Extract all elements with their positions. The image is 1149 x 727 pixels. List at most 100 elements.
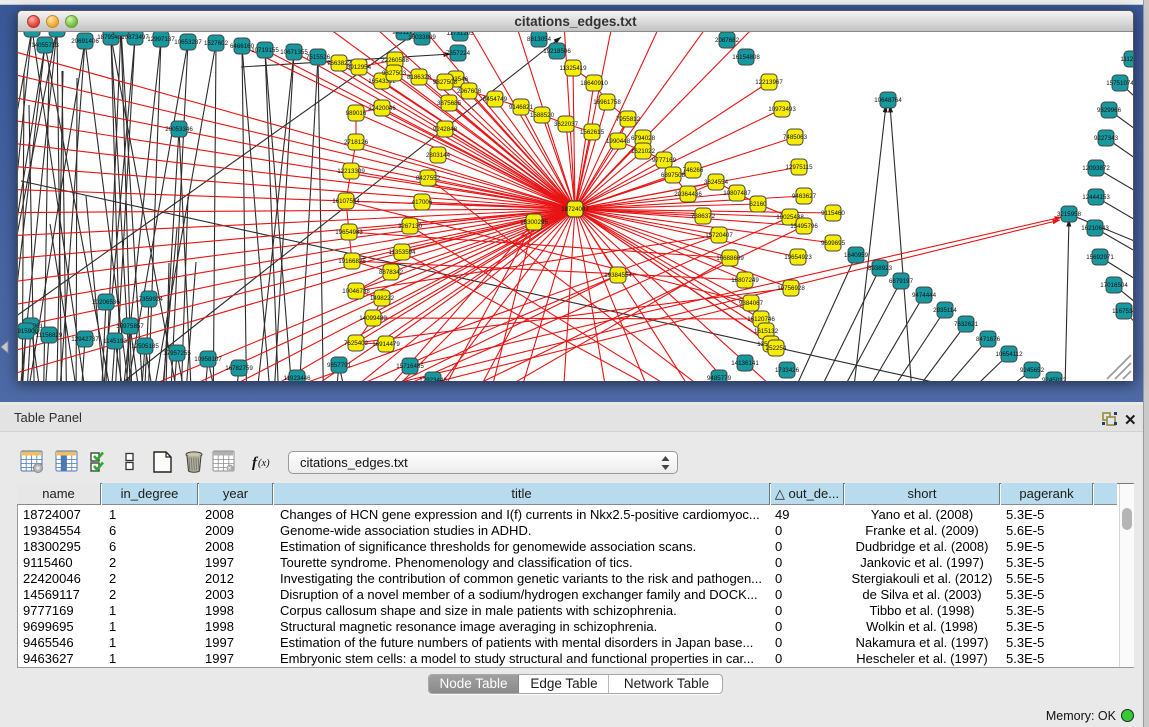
svg-text:8878342: 8878342 — [379, 269, 404, 276]
svg-text:8186328: 8186328 — [407, 74, 432, 81]
svg-text:2718126: 2718126 — [344, 139, 369, 146]
svg-text:19166825: 19166825 — [338, 258, 366, 265]
svg-text:17016504: 17016504 — [1100, 282, 1128, 289]
svg-text:15751074: 15751074 — [1106, 80, 1133, 87]
svg-text:30975857: 30975857 — [116, 323, 144, 330]
svg-text:12997137: 12997137 — [147, 36, 175, 43]
svg-text:8813054: 8813054 — [527, 36, 552, 43]
svg-text:1562615: 1562615 — [580, 129, 605, 136]
svg-text:11353594: 11353594 — [388, 249, 416, 256]
svg-text:10648764: 10648764 — [874, 97, 902, 104]
svg-text:6879197: 6879197 — [889, 278, 914, 285]
svg-text:746266: 746266 — [683, 167, 704, 174]
svg-text:1621022: 1621022 — [631, 148, 656, 155]
svg-text:417006: 417006 — [412, 199, 433, 206]
svg-text:11325419: 11325419 — [559, 65, 587, 72]
svg-text:18724007: 18724007 — [561, 206, 589, 213]
svg-text:1588520: 1588520 — [530, 112, 555, 119]
svg-text:1733426: 1733426 — [775, 367, 800, 374]
svg-text:12213967: 12213967 — [755, 79, 783, 86]
svg-text:252254: 252254 — [766, 345, 787, 352]
svg-text:8454749: 8454749 — [483, 96, 508, 103]
svg-text:7625402: 7625402 — [344, 340, 369, 347]
svg-text:12923446: 12923446 — [419, 377, 447, 381]
svg-text:15716485: 15716485 — [396, 363, 424, 370]
svg-text:18300295: 18300295 — [520, 219, 548, 226]
svg-text:17359924: 17359924 — [135, 296, 163, 303]
svg-text:8427552: 8427552 — [416, 175, 441, 182]
svg-text:9245012: 9245012 — [1042, 377, 1067, 381]
svg-text:13495796: 13495796 — [790, 223, 818, 230]
svg-text:11923446: 11923446 — [283, 375, 311, 381]
svg-text:19654983: 19654983 — [335, 229, 363, 236]
svg-text:9485779: 9485779 — [707, 375, 732, 381]
svg-text:1145193: 1145193 — [103, 338, 127, 345]
svg-text:22260588: 22260588 — [381, 57, 409, 64]
svg-text:7955812: 7955812 — [616, 116, 641, 123]
svg-text:6794028: 6794028 — [631, 135, 656, 142]
svg-text:6897508: 6897508 — [661, 172, 686, 179]
svg-text:20691406: 20691406 — [71, 38, 99, 45]
svg-text:9329966: 9329966 — [1097, 107, 1122, 114]
svg-text:19756928: 19756928 — [777, 285, 805, 292]
svg-text:10973493: 10973493 — [768, 106, 796, 113]
svg-text:18807249: 18807249 — [731, 277, 759, 284]
svg-text:8938923: 8938923 — [868, 265, 893, 272]
svg-text:10653287: 10653287 — [174, 39, 202, 46]
svg-text:1615132: 1615132 — [754, 328, 779, 335]
svg-text:10807487: 10807487 — [723, 190, 751, 197]
svg-text:12444153: 12444153 — [1082, 194, 1110, 201]
svg-text:16782759: 16782759 — [225, 365, 253, 372]
svg-text:11156829: 11156829 — [36, 332, 63, 339]
svg-text:2803144: 2803144 — [426, 152, 451, 159]
svg-text:16210643: 16210643 — [1081, 225, 1109, 232]
svg-text:14055713: 14055713 — [31, 42, 59, 49]
svg-text:10688609: 10688609 — [716, 255, 744, 262]
svg-text:9245652: 9245652 — [1020, 367, 1045, 374]
svg-text:17957255: 17957255 — [163, 350, 191, 357]
svg-text:3624554: 3624554 — [704, 179, 729, 186]
svg-text:18640910: 18640910 — [580, 80, 608, 87]
svg-text:7386372: 7386372 — [691, 213, 716, 220]
svg-text:20053346: 20053346 — [165, 126, 193, 133]
svg-text:1990448: 1990448 — [606, 138, 631, 145]
svg-text:16914479: 16914479 — [372, 341, 400, 348]
svg-text:8471676: 8471676 — [976, 336, 1001, 343]
svg-text:9115460: 9115460 — [821, 210, 845, 217]
svg-text:9463627: 9463627 — [792, 193, 817, 200]
svg-text:10719155: 10719155 — [251, 47, 279, 54]
svg-text:9327503: 9327503 — [382, 70, 407, 77]
svg-text:15720407: 15720407 — [705, 232, 733, 239]
svg-text:12213309: 12213309 — [337, 168, 365, 175]
svg-text:16033809: 16033809 — [408, 34, 436, 41]
svg-text:20364436: 20364436 — [674, 191, 702, 198]
svg-text:20206536: 20206536 — [92, 299, 120, 306]
svg-text:3622037: 3622037 — [554, 121, 579, 128]
svg-text:989016: 989016 — [346, 110, 367, 117]
svg-text:19384554: 19384554 — [604, 272, 632, 279]
svg-text:7357224: 7357224 — [446, 50, 471, 57]
svg-text:1498222: 1498222 — [370, 295, 395, 302]
svg-text:9227343: 9227343 — [1094, 135, 1119, 142]
svg-text:2087682: 2087682 — [715, 37, 740, 44]
svg-text:16107554: 16107554 — [332, 198, 360, 205]
svg-text:1112548: 1112548 — [1120, 56, 1133, 63]
svg-text:9384067: 9384067 — [739, 300, 764, 307]
svg-text:12093872: 12093872 — [1082, 165, 1110, 172]
svg-text:16961758: 16961758 — [593, 99, 621, 106]
svg-text:3267130: 3267130 — [398, 223, 423, 230]
svg-text:2967608: 2967608 — [457, 88, 482, 95]
svg-text:16154808: 16154808 — [732, 54, 760, 61]
svg-text:62160: 62160 — [749, 201, 767, 208]
svg-text:12975115: 12975115 — [785, 164, 813, 171]
svg-text:9857791: 9857791 — [327, 362, 352, 369]
svg-text:20893416: 20893416 — [18, 32, 46, 33]
svg-text:3912954: 3912954 — [347, 64, 372, 71]
svg-text:10671355: 10671355 — [280, 49, 308, 56]
svg-text:1167534: 1167534 — [1112, 308, 1133, 315]
svg-text:9699695: 9699695 — [821, 240, 846, 247]
svg-text:2935114: 2935114 — [933, 307, 957, 314]
svg-text:12942737: 12942737 — [71, 336, 99, 343]
svg-text:9474444: 9474444 — [912, 292, 937, 299]
svg-text:14099489: 14099489 — [359, 315, 387, 322]
